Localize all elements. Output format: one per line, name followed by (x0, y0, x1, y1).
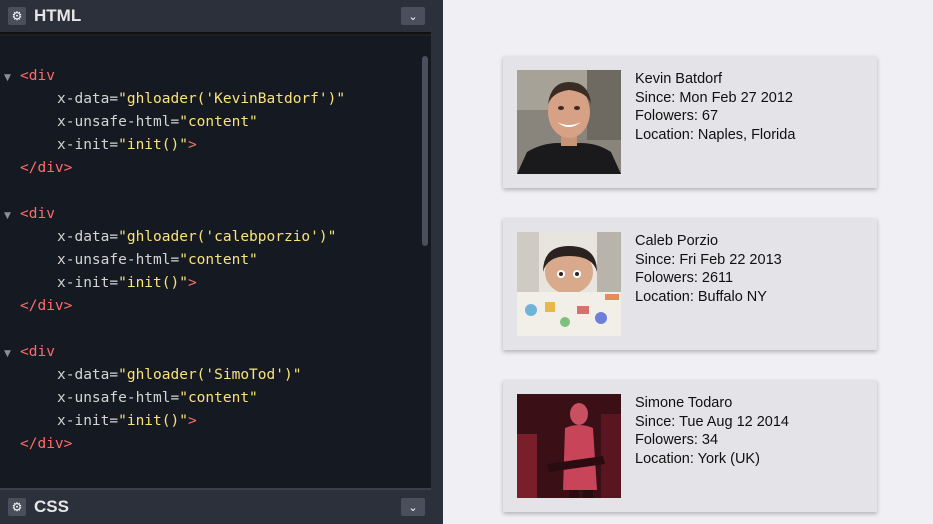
code-line: x-unsafe-html="content" (57, 249, 258, 272)
html-panel-title: HTML (34, 6, 82, 25)
fold-arrow-icon[interactable]: ▼ (4, 211, 11, 221)
user-name: Kevin Batdorf (635, 71, 723, 87)
css-panel-header[interactable]: ⚙ CSS ⌄ (0, 488, 431, 524)
open-tag: <div (20, 344, 55, 360)
html-collapse-chevron-down-icon[interactable]: ⌄ (401, 7, 425, 25)
editor-scrollbar[interactable] (422, 56, 428, 246)
attr-value: "ghloader('calebporzio')" (118, 229, 337, 245)
avatar (517, 70, 621, 174)
fold-arrow-icon[interactable]: ▼ (4, 73, 11, 83)
user-card: Caleb Porzio Since: Fri Feb 22 2013 Folo… (503, 218, 877, 350)
user-info: Kevin Batdorf Since: Mon Feb 27 2012 Fol… (635, 70, 795, 144)
open-tag: <div (20, 206, 55, 222)
user-followers: Folowers: 2611 (635, 270, 734, 286)
pane-resize-divider[interactable] (431, 0, 443, 524)
html-panel-header: ⚙ HTML ⌄ (0, 0, 431, 34)
code-line: </div> (20, 433, 72, 456)
avatar-kevin-image (517, 70, 621, 174)
code-line: </div> (20, 157, 72, 180)
avatar-caleb-image (517, 232, 621, 336)
user-name: Caleb Porzio (635, 233, 719, 249)
user-info: Caleb Porzio Since: Fri Feb 22 2013 Folo… (635, 232, 782, 306)
user-since: Since: Fri Feb 22 2013 (635, 251, 782, 268)
html-settings-gear-icon[interactable]: ⚙ (8, 7, 26, 25)
user-since: Since: Tue Aug 12 2014 (635, 413, 789, 430)
tag-end: > (187, 137, 197, 153)
attr-value: "content" (179, 114, 258, 130)
user-followers: Folowers: 67 (635, 108, 719, 124)
user-followers: Folowers: 34 (635, 432, 719, 448)
close-tag: </div> (20, 160, 73, 176)
code-line: x-data="ghloader('SimoTod')" (57, 364, 301, 387)
attr-name: x-init= (57, 275, 119, 291)
user-card: Kevin Batdorf Since: Mon Feb 27 2012 Fol… (503, 56, 877, 188)
attr-value: "init()" (118, 413, 188, 429)
code-line: <div (20, 341, 55, 364)
code-line: </div> (20, 295, 72, 318)
css-settings-gear-icon[interactable]: ⚙ (8, 498, 26, 516)
attr-name: x-data= (57, 91, 119, 107)
avatar (517, 394, 621, 498)
avatar-simone-image (517, 394, 621, 498)
user-card: Simone Todaro Since: Tue Aug 12 2014 Fol… (503, 380, 877, 512)
code-line: <div (20, 65, 55, 88)
user-location: Location: York (UK) (635, 450, 760, 467)
attr-name: x-data= (57, 367, 119, 383)
attr-name: x-unsafe-html= (57, 114, 180, 130)
code-line: x-unsafe-html="content" (57, 387, 258, 410)
html-code-area[interactable]: ▼ <div x-data="ghloader('KevinBatdorf')"… (0, 36, 431, 488)
close-tag: </div> (20, 436, 73, 452)
code-line: x-unsafe-html="content" (57, 111, 258, 134)
close-tag: </div> (20, 298, 73, 314)
user-since: Since: Mon Feb 27 2012 (635, 89, 793, 106)
attr-name: x-unsafe-html= (57, 390, 180, 406)
user-location: Location: Buffalo NY (635, 288, 767, 305)
code-line: x-data="ghloader('KevinBatdorf')" (57, 88, 345, 111)
open-tag: <div (20, 68, 55, 84)
css-collapse-chevron-down-icon[interactable]: ⌄ (401, 498, 425, 516)
attr-value: "content" (179, 390, 258, 406)
code-line: <div (20, 203, 55, 226)
attr-value: "content" (179, 252, 258, 268)
code-line: x-init="init()"> (57, 410, 197, 433)
app-root: ⚙ HTML ⌄ ▼ <div x-data="ghloader('KevinB… (0, 0, 933, 524)
attr-name: x-unsafe-html= (57, 252, 180, 268)
preview-pane: Kevin Batdorf Since: Mon Feb 27 2012 Fol… (443, 0, 933, 524)
tag-end: > (187, 413, 197, 429)
user-info: Simone Todaro Since: Tue Aug 12 2014 Fol… (635, 394, 789, 468)
attr-value: "init()" (118, 137, 188, 153)
fold-arrow-icon[interactable]: ▼ (4, 349, 11, 359)
attr-name: x-init= (57, 413, 119, 429)
attr-name: x-init= (57, 137, 119, 153)
user-name: Simone Todaro (635, 395, 733, 411)
css-panel-title: CSS (34, 497, 69, 516)
user-location: Location: Naples, Florida (635, 126, 796, 143)
attr-value: "init()" (118, 275, 188, 291)
attr-value: "ghloader('SimoTod')" (118, 367, 302, 383)
attr-value: "ghloader('KevinBatdorf')" (118, 91, 346, 107)
code-line: x-init="init()"> (57, 272, 197, 295)
tag-end: > (187, 275, 197, 291)
avatar (517, 232, 621, 336)
code-line: x-init="init()"> (57, 134, 197, 157)
code-line: x-data="ghloader('calebporzio')" (57, 226, 336, 249)
code-editor: ⚙ HTML ⌄ ▼ <div x-data="ghloader('KevinB… (0, 0, 431, 524)
attr-name: x-data= (57, 229, 119, 245)
